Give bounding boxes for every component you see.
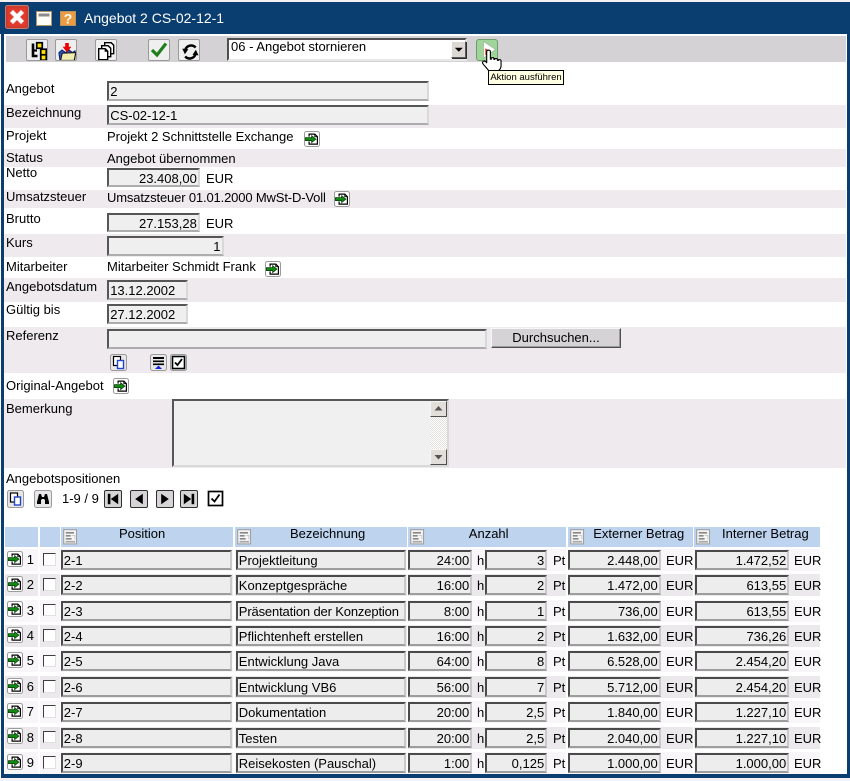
svg-text:?: ?: [63, 11, 72, 26]
